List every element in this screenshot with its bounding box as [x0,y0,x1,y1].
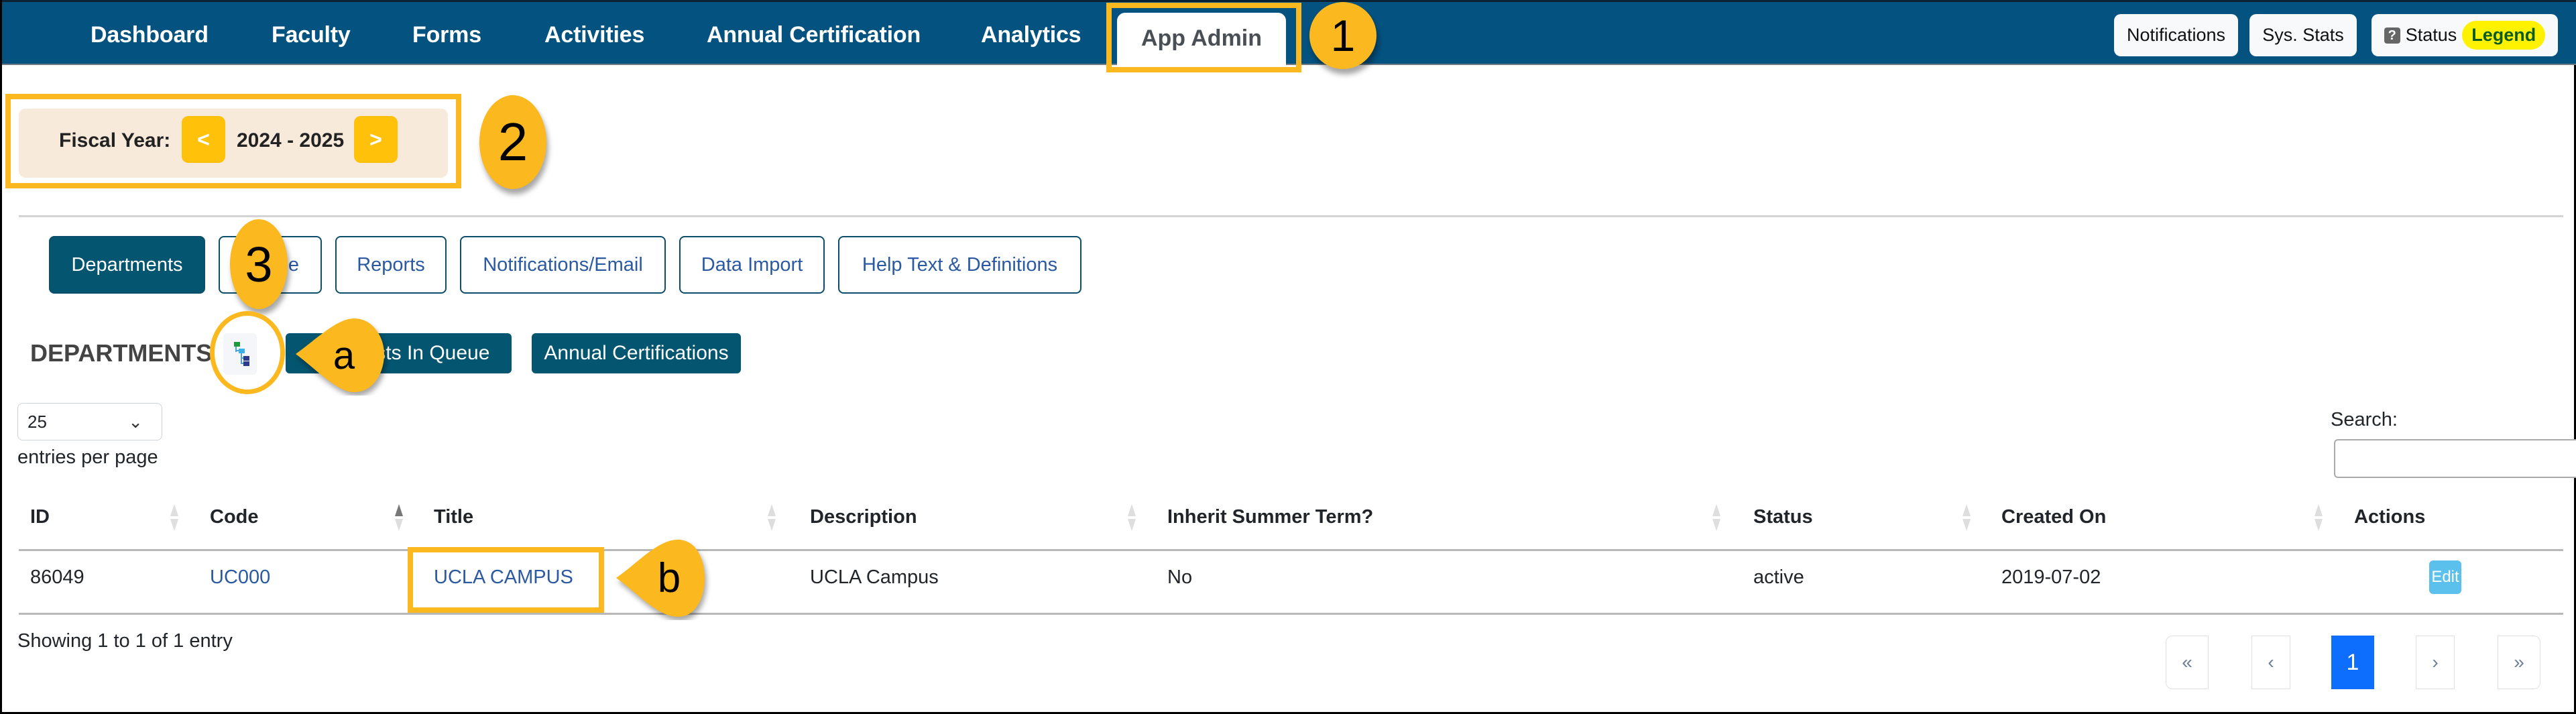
fiscal-year-label: Fiscal Year: [59,129,171,152]
row-divider [19,613,2563,615]
cell-description: UCLA Campus [810,567,939,588]
callout-a-label: a [333,333,355,377]
section-divider [19,215,2563,217]
status-label: Status [2405,25,2457,45]
chevron-down-icon: ⌄ [128,412,143,432]
sort-icon-description[interactable] [1128,504,1136,531]
showing-entries-text: Showing 1 to 1 of 1 entry [17,630,233,652]
callout-1: 1 [1309,2,1377,69]
highlight-title-link [408,547,604,613]
col-header-actions: Actions [2354,506,2426,528]
col-header-title[interactable]: Title [434,506,473,528]
page-size-select[interactable]: 25 ⌄ [17,403,162,440]
help-question-icon: ? [2384,27,2400,44]
edit-button[interactable]: Edit [2429,560,2461,594]
pagination-prev[interactable]: ‹ [2251,636,2290,689]
callout-2: 2 [479,95,546,189]
sort-icon-title[interactable] [768,504,776,531]
sort-icon-status[interactable] [1963,504,1971,531]
pagination-first[interactable]: « [2166,636,2209,689]
nav-annual-certification[interactable]: Annual Certification [707,22,921,48]
cell-created-on: 2019-07-02 [2001,567,2101,588]
pagination-page-1[interactable]: 1 [2331,636,2374,689]
col-header-inherit-summer-term[interactable]: Inherit Summer Term? [1167,506,1373,528]
tab-departments[interactable]: Departments [49,236,205,294]
departments-heading: DEPARTMENTS [30,339,213,367]
callout-3: 3 [230,219,288,309]
fiscal-year-prev-button[interactable]: < [182,116,225,163]
tab-help-text-definitions[interactable]: Help Text & Definitions [838,236,1081,294]
page-size-value: 25 [27,411,47,432]
annual-certifications-label: Annual Certifications [544,342,729,364]
sort-icon-inherit-summer-term[interactable] [1712,504,1720,531]
cell-inherit-summer-term: No [1167,567,1193,588]
nav-faculty[interactable]: Faculty [272,22,351,48]
sort-icon-created-on[interactable] [2315,504,2323,531]
col-header-status[interactable]: Status [1753,506,1813,528]
annual-certifications-button[interactable]: Annual Certifications [532,333,741,373]
nav-dashboard[interactable]: Dashboard [91,22,209,48]
col-header-id[interactable]: ID [30,506,50,528]
status-legend-button[interactable]: ? Status Legend [2372,14,2558,56]
entries-per-page-label: entries per page [17,447,158,468]
highlight-app-admin [1106,3,1301,72]
nav-activities[interactable]: Activities [544,22,644,48]
nav-analytics[interactable]: Analytics [981,22,1081,48]
sys-stats-label: Sys. Stats [2262,25,2344,45]
header-divider [19,549,2563,551]
pagination-next[interactable]: › [2416,636,2455,689]
fiscal-year-value: 2024 - 2025 [237,129,345,152]
col-header-code[interactable]: Code [210,506,259,528]
cell-status: active [1753,567,1804,588]
cell-id: 86049 [30,567,84,588]
notifications-button[interactable]: Notifications [2114,14,2238,56]
pagination-last[interactable]: » [2498,636,2540,689]
callout-b-label: b [657,554,681,601]
cell-code-link[interactable]: UC000 [210,567,270,589]
highlight-org-tree-icon [210,311,285,394]
nav-forms[interactable]: Forms [412,22,481,48]
notifications-label: Notifications [2126,25,2226,45]
tab-reports[interactable]: Reports [335,236,447,294]
search-label: Search: [2331,409,2398,430]
tab-data-import[interactable]: Data Import [679,236,825,294]
legend-badge: Legend [2462,21,2546,50]
fiscal-year-next-button[interactable]: > [354,116,398,163]
search-input[interactable] [2334,439,2576,478]
sort-icon-code[interactable] [395,504,403,531]
sys-stats-button[interactable]: Sys. Stats [2249,14,2357,56]
tab-notifications-email[interactable]: Notifications/Email [460,236,666,294]
col-header-description[interactable]: Description [810,506,917,528]
col-header-created-on[interactable]: Created On [2001,506,2106,528]
sort-icon-id[interactable] [170,504,178,531]
